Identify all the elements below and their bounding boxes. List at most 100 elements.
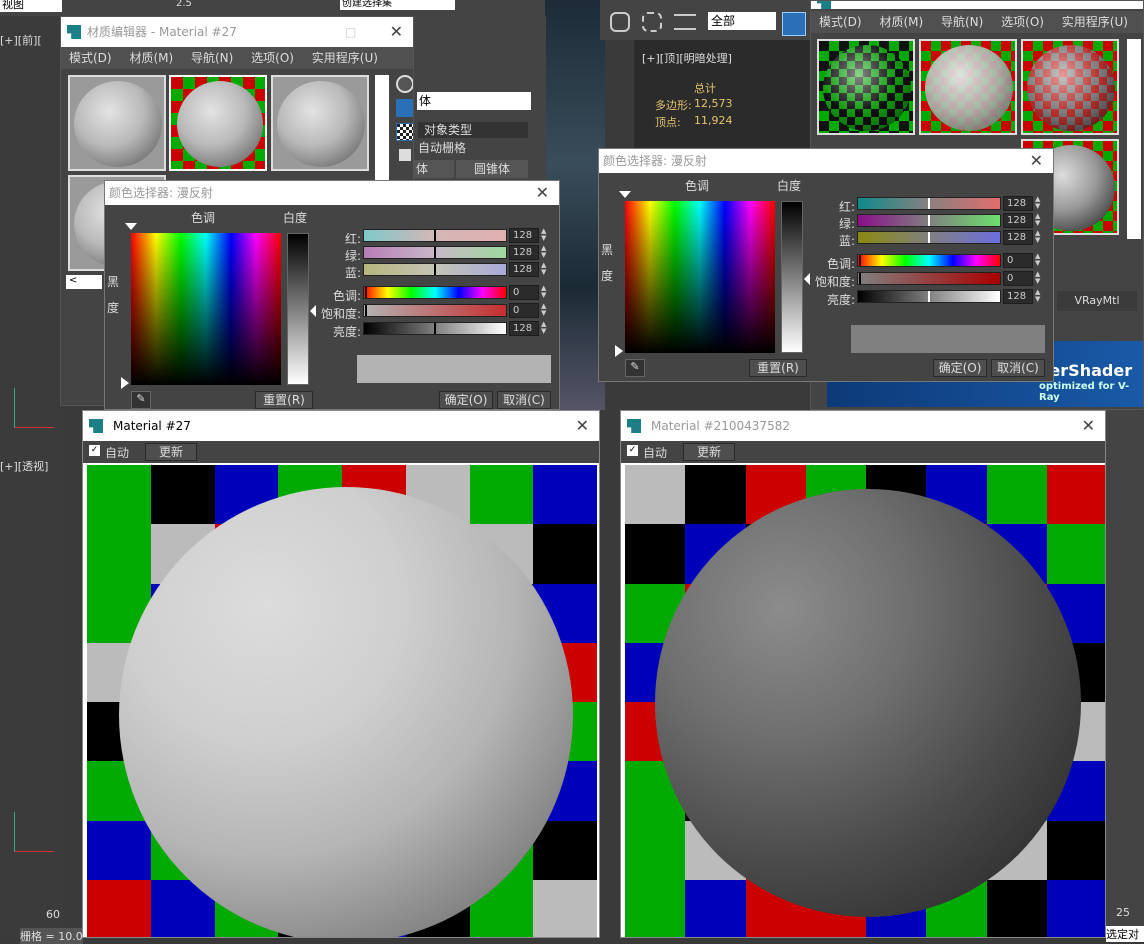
- left-arrow-icon[interactable]: <: [66, 275, 102, 289]
- hue-blackness-field[interactable]: [625, 201, 775, 353]
- update-button[interactable]: 更新: [145, 443, 197, 461]
- value-slider[interactable]: [363, 322, 507, 335]
- red-slider[interactable]: [857, 197, 1001, 210]
- menu-navigation[interactable]: 导航(N): [191, 51, 233, 65]
- blackness-marker-icon[interactable]: [615, 345, 623, 357]
- viewport-label-front[interactable]: [+][前][: [0, 32, 42, 48]
- vraymtl-button[interactable]: VRayMtl: [1057, 291, 1137, 311]
- eyedropper-icon[interactable]: ✎: [131, 391, 151, 409]
- menu-utilities[interactable]: 实用程序(U): [1062, 15, 1128, 29]
- viewport-top-label[interactable]: [+][顶][明暗处理]: [642, 50, 732, 66]
- hue-slider[interactable]: [363, 286, 507, 299]
- blue-spinner[interactable]: ▲ ▼: [541, 262, 549, 277]
- value-spinner[interactable]: ▲ ▼: [541, 321, 549, 336]
- value-slider[interactable]: [857, 290, 1001, 303]
- sample-slots-scrollbar[interactable]: [1127, 39, 1141, 239]
- reset-button[interactable]: 重置(R): [749, 359, 807, 377]
- green-value[interactable]: 128: [1003, 213, 1033, 228]
- hue-marker-icon[interactable]: [125, 223, 137, 230]
- hue-slider[interactable]: [857, 254, 1001, 267]
- cancel-button[interactable]: 取消(C): [497, 391, 551, 409]
- red-spinner[interactable]: ▲ ▼: [1035, 196, 1043, 211]
- menu-navigation[interactable]: 导航(N): [941, 15, 983, 29]
- value-value[interactable]: 128: [509, 321, 539, 336]
- close-icon[interactable]: ✕: [576, 411, 589, 441]
- ok-button[interactable]: 确定(O): [439, 391, 493, 409]
- auto-checkbox[interactable]: ✓: [89, 445, 100, 456]
- red-value[interactable]: 128: [509, 228, 539, 243]
- menu-mode[interactable]: 模式(D): [819, 15, 862, 29]
- saturation-slider[interactable]: [363, 304, 507, 317]
- menu-material[interactable]: 材质(M): [129, 51, 173, 65]
- blue-slider[interactable]: [857, 231, 1001, 244]
- sample-slot-3[interactable]: [271, 75, 369, 171]
- object-type-rollout[interactable]: 对象类型: [418, 122, 528, 138]
- hue-marker-icon[interactable]: [619, 191, 631, 198]
- red-slider[interactable]: [363, 229, 507, 242]
- sample-slot-1[interactable]: [817, 39, 915, 135]
- blue-slider[interactable]: [363, 263, 507, 276]
- red-value[interactable]: 128: [1003, 196, 1033, 211]
- green-value[interactable]: 128: [509, 245, 539, 260]
- saturation-spinner[interactable]: ▲ ▼: [1035, 271, 1043, 286]
- hue-spinner[interactable]: ▲ ▼: [541, 285, 549, 300]
- blue-value[interactable]: 128: [1003, 230, 1033, 245]
- hue-spinner[interactable]: ▲ ▼: [1035, 253, 1043, 268]
- reset-button[interactable]: 重置(R): [255, 391, 313, 409]
- sample-slot-1[interactable]: [68, 75, 166, 171]
- blue-value[interactable]: 128: [509, 262, 539, 277]
- sample-slot-2[interactable]: [919, 39, 1017, 135]
- viewport-label-perspective[interactable]: [+][透视]: [0, 458, 48, 474]
- blue-spinner[interactable]: ▲ ▼: [1035, 230, 1043, 245]
- hue-value[interactable]: 0: [509, 285, 539, 300]
- bind-space-warp-icon[interactable]: [674, 14, 696, 30]
- ok-button[interactable]: 确定(O): [933, 359, 987, 377]
- hue-value[interactable]: 0: [1003, 253, 1033, 268]
- sample-type-sphere-icon[interactable]: [396, 75, 413, 93]
- create-panel-dropdown[interactable]: 体: [417, 92, 531, 110]
- unlink-icon[interactable]: [642, 12, 662, 32]
- saturation-value[interactable]: 0: [1003, 271, 1033, 286]
- sample-slot-3[interactable]: [1021, 39, 1119, 135]
- box-button[interactable]: 体: [414, 160, 454, 178]
- autogrid-checkbox[interactable]: 自动栅格: [418, 140, 528, 156]
- value-spinner[interactable]: ▲ ▼: [1035, 289, 1043, 304]
- close-icon[interactable]: ✕: [390, 17, 403, 47]
- menu-utilities[interactable]: 实用程序(U): [312, 51, 378, 65]
- sample-uv-icon[interactable]: [399, 149, 411, 161]
- close-icon[interactable]: ✕: [1082, 411, 1095, 441]
- cone-button[interactable]: 圆锥体: [456, 160, 528, 178]
- green-spinner[interactable]: ▲ ▼: [1035, 213, 1043, 228]
- sample-slot-2[interactable]: [169, 75, 267, 171]
- select-object-icon[interactable]: [782, 12, 806, 36]
- background-checker-icon[interactable]: [396, 123, 413, 141]
- maximize-icon[interactable]: □: [345, 17, 356, 47]
- saturation-value[interactable]: 0: [509, 303, 539, 318]
- left-viewport[interactable]: [0, 16, 62, 938]
- view-dropdown[interactable]: 视图: [0, 0, 62, 12]
- menu-options[interactable]: 选项(O): [251, 51, 294, 65]
- link-icon[interactable]: [610, 12, 630, 32]
- green-spinner[interactable]: ▲ ▼: [541, 245, 549, 260]
- saturation-spinner[interactable]: ▲ ▼: [541, 303, 549, 318]
- close-icon[interactable]: ✕: [536, 181, 549, 205]
- menu-material[interactable]: 材质(M): [879, 15, 923, 29]
- whiteness-bar[interactable]: [287, 233, 309, 385]
- eyedropper-icon[interactable]: ✎: [625, 359, 645, 377]
- value-value[interactable]: 128: [1003, 289, 1033, 304]
- menu-mode[interactable]: 模式(D): [69, 51, 112, 65]
- cancel-button[interactable]: 取消(C): [991, 359, 1045, 377]
- whiteness-bar[interactable]: [781, 201, 803, 353]
- green-slider[interactable]: [857, 214, 1001, 227]
- hue-blackness-field[interactable]: [131, 233, 281, 385]
- green-slider[interactable]: [363, 246, 507, 259]
- auto-checkbox[interactable]: ✓: [627, 445, 638, 456]
- red-spinner[interactable]: ▲ ▼: [541, 228, 549, 243]
- selection-set-dropdown[interactable]: 创建选择集: [340, 0, 455, 10]
- update-button[interactable]: 更新: [683, 443, 735, 461]
- backlight-icon[interactable]: [396, 99, 413, 117]
- blackness-marker-icon[interactable]: [121, 377, 129, 389]
- close-icon[interactable]: ✕: [1030, 149, 1043, 173]
- selection-filter-dropdown[interactable]: 全部: [708, 12, 776, 30]
- saturation-slider[interactable]: [857, 272, 1001, 285]
